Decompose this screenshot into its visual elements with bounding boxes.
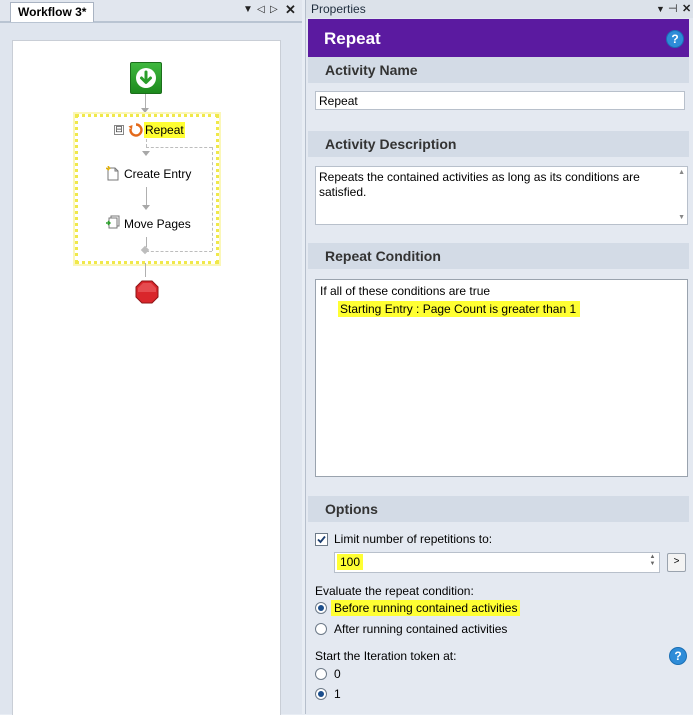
section-activity-description: Activity Description [308, 131, 689, 157]
repeat-condition-editor[interactable]: If all of these conditions are true Star… [315, 279, 688, 477]
scroll-left-icon[interactable]: ◁ [257, 2, 265, 18]
move-pages-activity-label[interactable]: Move Pages [124, 216, 191, 232]
radio-before-running-label[interactable]: Before running contained activities [331, 600, 521, 616]
scroll-down-icon[interactable]: ▼ [678, 214, 685, 221]
dropdown-icon[interactable]: ▼ [243, 2, 253, 18]
limit-repetitions-label: Limit number of repetitions to: [334, 532, 493, 546]
start-node-icon[interactable] [130, 62, 162, 94]
workflow-designer-pane: Workflow 3* ▼ ◁ ▷ ✕ ⊟ Repeat Create Entr… [0, 0, 302, 715]
activity-description-text: Repeats the contained activities as long… [319, 170, 640, 199]
section-title: Options [325, 501, 378, 517]
tab-workflow-3[interactable]: Workflow 3* [10, 2, 95, 22]
evaluate-condition-label: Evaluate the repeat condition: [315, 584, 474, 598]
document-tab-strip: Workflow 3* ▼ ◁ ▷ ✕ [0, 0, 302, 23]
condition-intro-text: If all of these conditions are true [320, 284, 491, 298]
collapse-toggle[interactable]: ⊟ [114, 125, 124, 135]
scroll-right-icon[interactable]: ▷ [270, 2, 278, 18]
iteration-token-label: Start the Iteration token at: [315, 649, 457, 663]
activity-description-field[interactable]: Repeats the contained activities as long… [315, 166, 688, 225]
section-title: Activity Description [325, 136, 457, 152]
radio-after-running[interactable] [315, 623, 327, 635]
stop-node-icon[interactable] [135, 280, 159, 304]
dropdown-icon[interactable]: ▼ [656, 1, 665, 17]
connector [145, 94, 146, 108]
repeat-activity-container[interactable]: ⊟ Repeat Create Entry Move Pages [73, 112, 221, 266]
repetitions-value: 100 [337, 554, 364, 570]
connector-arrow [141, 108, 149, 113]
limit-repetitions-checkbox[interactable] [315, 533, 328, 546]
help-icon[interactable]: ? [669, 647, 687, 665]
close-icon[interactable]: ✕ [682, 1, 691, 17]
move-pages-icon [106, 215, 120, 229]
radio-iteration-0-label[interactable]: 0 [334, 666, 341, 682]
repeat-activity-label[interactable]: Repeat [144, 122, 185, 138]
help-icon[interactable]: ? [666, 30, 684, 48]
properties-pane: Properties ▼ ⊣ ✕ Repeat ? Activity Name … [305, 0, 693, 714]
properties-pane-title: Properties [311, 2, 366, 16]
radio-iteration-1[interactable] [315, 688, 327, 700]
create-entry-icon [106, 166, 119, 181]
properties-header: Repeat ? [308, 19, 689, 57]
properties-titlebar: Properties ▼ ⊣ ✕ [306, 0, 693, 18]
repetitions-spinner[interactable]: ▲ ▼ [647, 554, 658, 569]
pin-icon[interactable]: ⊣ [668, 1, 678, 17]
properties-header-title: Repeat [324, 29, 381, 48]
radio-before-running[interactable] [315, 602, 327, 614]
section-title: Activity Name [325, 62, 418, 78]
merge-diamond [140, 245, 150, 255]
section-activity-name: Activity Name [308, 57, 689, 83]
radio-iteration-1-label[interactable]: 1 [334, 686, 341, 702]
close-icon[interactable]: ✕ [285, 2, 296, 18]
section-title: Repeat Condition [325, 248, 441, 264]
radio-after-running-label[interactable]: After running contained activities [334, 621, 507, 637]
section-repeat-condition: Repeat Condition [308, 243, 689, 269]
repeat-icon [128, 123, 143, 137]
activity-name-input[interactable]: Repeat [315, 91, 685, 110]
repetitions-input[interactable]: 100 ▲ ▼ [334, 552, 660, 573]
create-entry-activity-label[interactable]: Create Entry [124, 166, 191, 182]
workflow-canvas[interactable]: ⊟ Repeat Create Entry Move Pages [12, 40, 281, 715]
radio-iteration-0[interactable] [315, 668, 327, 680]
scroll-up-icon[interactable]: ▲ [678, 169, 685, 176]
condition-rule[interactable]: Starting Entry : Page Count is greater t… [338, 301, 581, 317]
section-options: Options [308, 496, 689, 522]
repetitions-expand-button[interactable]: > [667, 553, 686, 572]
